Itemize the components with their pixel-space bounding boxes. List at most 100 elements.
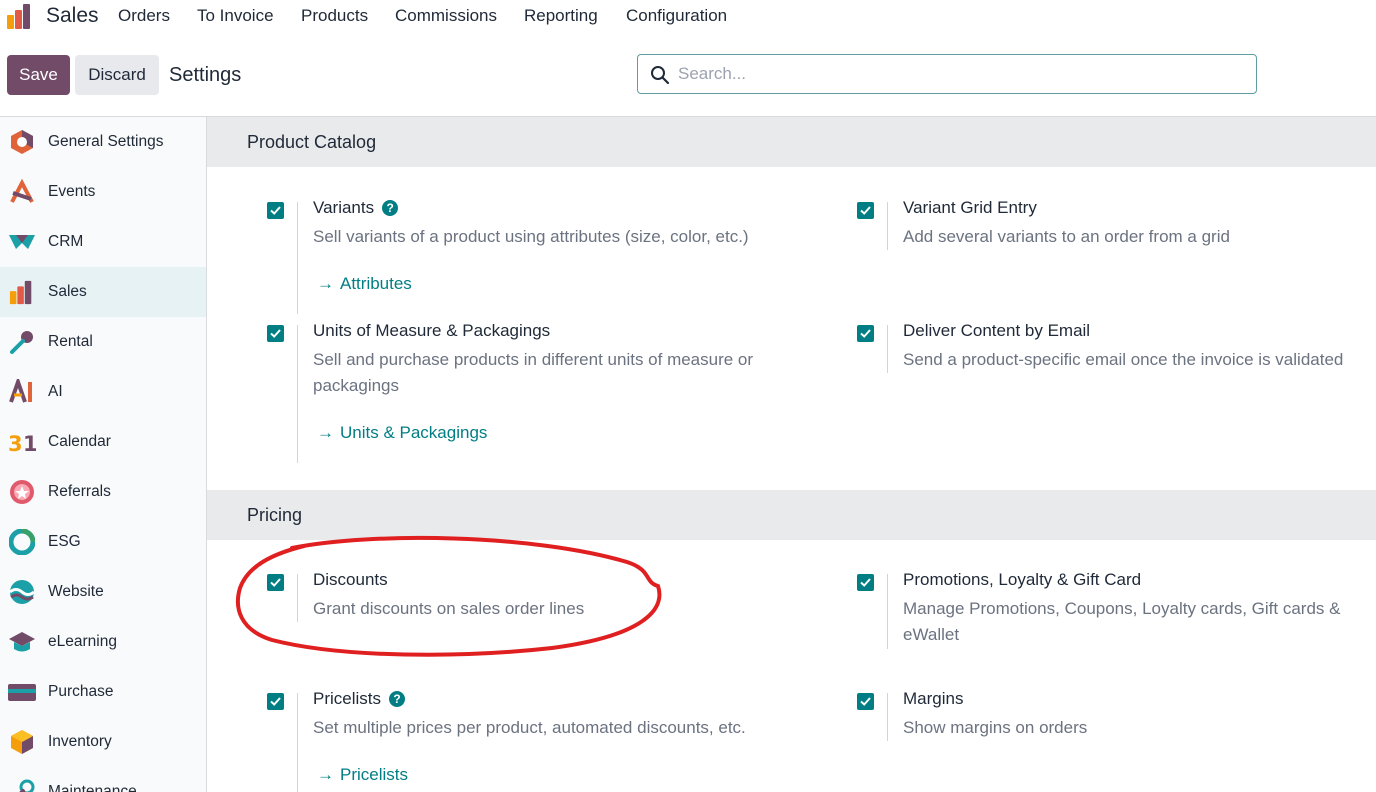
pricelists-checkbox[interactable] <box>267 693 284 710</box>
sidebar-item-website[interactable]: Website <box>0 567 206 617</box>
pricelists-link[interactable]: → Pricelists <box>317 765 408 785</box>
help-icon[interactable]: ? <box>382 200 399 216</box>
sidebar-item-ai[interactable]: AI <box>0 367 206 417</box>
setting-description: Manage Promotions, Coupons, Loyalty card… <box>903 599 1341 644</box>
units-of-measure-checkbox[interactable] <box>267 325 284 342</box>
checkmark-icon <box>860 697 871 706</box>
menu-configuration[interactable]: Configuration <box>626 6 727 26</box>
search-icon <box>651 66 670 85</box>
referrals-icon <box>8 478 36 506</box>
sidebar-item-label: Rental <box>48 333 93 350</box>
sidebar-item-label: General Settings <box>48 133 164 150</box>
units-packagings-link[interactable]: → Units & Packagings <box>317 423 487 443</box>
sidebar-item-label: Sales <box>48 283 87 300</box>
setting-description: Sell and purchase products in different … <box>313 350 754 395</box>
attributes-link[interactable]: → Attributes <box>317 274 412 294</box>
ai-icon <box>8 378 36 406</box>
sales-app-icon[interactable] <box>6 2 34 30</box>
setting-description: Show margins on orders <box>903 718 1088 737</box>
calendar-icon: 31 <box>8 428 36 456</box>
menu-to-invoice[interactable]: To Invoice <box>197 6 274 26</box>
sidebar-item-esg[interactable]: ESG <box>0 517 206 567</box>
rental-icon <box>8 328 36 356</box>
checkmark-icon <box>860 578 871 587</box>
sidebar-item-label: AI <box>48 383 63 400</box>
setting-divider <box>887 574 888 649</box>
menu-products[interactable]: Products <box>301 6 368 26</box>
discard-button[interactable]: Discard <box>75 55 159 95</box>
checkmark-icon <box>270 206 281 215</box>
section-title: Pricing <box>247 505 303 525</box>
sidebar-item-maintenance[interactable]: Maintenance <box>0 767 206 792</box>
checkmark-icon <box>860 329 871 338</box>
sidebar-item-label: Purchase <box>48 683 114 700</box>
inventory-icon <box>8 728 36 756</box>
setting-title: Margins <box>903 689 964 708</box>
section-header-product-catalog: Product Catalog <box>207 117 1376 167</box>
sidebar-item-events[interactable]: Events <box>0 167 206 217</box>
top-navbar: Sales Orders To Invoice Products Commiss… <box>0 0 1376 34</box>
maintenance-icon <box>8 778 36 792</box>
help-icon[interactable]: ? <box>389 691 406 707</box>
setting-divider <box>297 693 298 792</box>
promotions-checkbox[interactable] <box>857 574 874 591</box>
variants-checkbox[interactable] <box>267 202 284 219</box>
sidebar-item-label: Calendar <box>48 433 111 450</box>
sidebar-item-referrals[interactable]: Referrals <box>0 467 206 517</box>
sidebar-item-inventory[interactable]: Inventory <box>0 717 206 767</box>
sidebar-item-label: Inventory <box>48 733 112 750</box>
sidebar-item-label: eLearning <box>48 633 117 650</box>
arrow-right-icon: → <box>317 423 334 442</box>
sales-icon <box>8 278 36 306</box>
setting-description: Send a product-specific email once the i… <box>903 350 1344 369</box>
search-input[interactable] <box>678 61 1238 87</box>
sidebar-item-calendar[interactable]: 31 Calendar <box>0 417 206 467</box>
discounts-checkbox[interactable] <box>267 574 284 591</box>
menu-reporting[interactable]: Reporting <box>524 6 598 26</box>
website-icon <box>8 578 36 606</box>
setting-title: Variants <box>313 198 375 217</box>
app-name[interactable]: Sales <box>46 4 99 28</box>
search-box[interactable] <box>637 54 1257 94</box>
save-button[interactable]: Save <box>7 55 70 95</box>
setting-description: Set multiple prices per product, automat… <box>313 718 746 737</box>
menu-orders[interactable]: Orders <box>118 6 170 26</box>
sidebar-item-label: Referrals <box>48 483 111 500</box>
section-header-pricing: Pricing <box>207 490 1376 540</box>
link-label: Units & Packagings <box>340 423 488 442</box>
setting-description: Add several variants to an order from a … <box>903 227 1230 246</box>
setting-description: Sell variants of a product using attribu… <box>313 227 749 246</box>
section-title: Product Catalog <box>247 132 377 152</box>
sidebar-item-elearning[interactable]: eLearning <box>0 617 206 667</box>
setting-description: Grant discounts on sales order lines <box>313 599 585 618</box>
variant-grid-entry-checkbox[interactable] <box>857 202 874 219</box>
setting-divider <box>297 202 298 314</box>
sidebar-item-sales[interactable]: Sales <box>0 267 206 317</box>
sidebar-item-crm[interactable]: CRM <box>0 217 206 267</box>
link-label: Attributes <box>340 274 412 293</box>
svg-text:1: 1 <box>23 432 36 455</box>
settings-content: Product Catalog Variants? Sell variants … <box>207 117 1376 792</box>
setting-title: Variant Grid Entry <box>903 198 1037 217</box>
checkmark-icon <box>270 697 281 706</box>
deliver-content-checkbox[interactable] <box>857 325 874 342</box>
sidebar-item-label: Website <box>48 583 104 600</box>
menu-commissions[interactable]: Commissions <box>395 6 497 26</box>
setting-title: Discounts <box>313 570 388 589</box>
events-icon <box>8 178 36 206</box>
svg-text:3: 3 <box>8 432 23 455</box>
crm-icon <box>8 228 36 256</box>
sidebar-item-label: Maintenance <box>48 783 137 792</box>
setting-divider <box>297 574 298 622</box>
checkmark-icon <box>270 578 281 587</box>
setting-title: Promotions, Loyalty & Gift Card <box>903 570 1142 589</box>
setting-title: Units of Measure & Packagings <box>313 321 551 340</box>
sidebar-item-rental[interactable]: Rental <box>0 317 206 367</box>
margins-checkbox[interactable] <box>857 693 874 710</box>
general-settings-icon <box>8 128 36 156</box>
page-title: Settings <box>169 64 242 86</box>
sidebar-item-general-settings[interactable]: General Settings <box>0 117 206 167</box>
arrow-right-icon: → <box>317 274 334 293</box>
sidebar-item-purchase[interactable]: Purchase <box>0 667 206 717</box>
setting-title: Pricelists <box>313 689 382 708</box>
